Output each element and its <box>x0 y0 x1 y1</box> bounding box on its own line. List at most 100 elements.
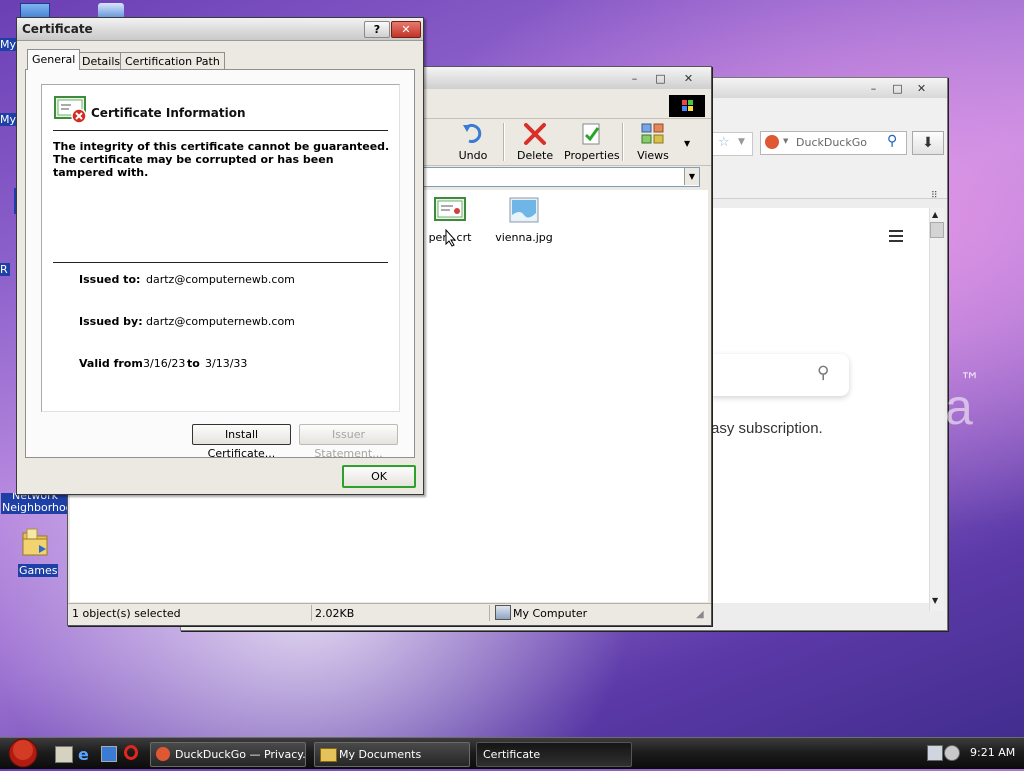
tab-certification-path[interactable]: Certification Path <box>120 52 225 70</box>
delete-button[interactable]: Delete <box>517 121 553 162</box>
image-file-icon <box>509 197 539 223</box>
certificate-info-heading: Certificate Information <box>91 106 246 120</box>
taskbar-item-label: DuckDuckGo — Privacy.... <box>175 748 306 761</box>
internet-explorer-icon[interactable]: e <box>78 745 89 764</box>
certificate-file-icon <box>434 197 466 221</box>
views-dropdown-arrow-icon[interactable]: ▼ <box>684 139 690 148</box>
taskbar-item-certificate[interactable]: Certificate <box>476 742 632 767</box>
heading-divider <box>53 130 388 131</box>
file-item[interactable]: vienna.jpg <box>492 197 556 244</box>
explorer-close-button[interactable]: ✕ <box>678 70 699 87</box>
my-computer-icon <box>495 605 511 620</box>
details-divider <box>53 262 388 263</box>
delete-x-icon <box>522 121 548 147</box>
resize-grip-icon[interactable]: ◢ <box>696 609 704 620</box>
address-dropdown-button[interactable]: ▼ <box>684 168 699 185</box>
folder-icon <box>320 748 337 762</box>
status-divider <box>311 605 312 621</box>
duckduckgo-icon <box>156 747 170 761</box>
windows-logo-icon <box>669 95 705 117</box>
taskbar-item-my-documents[interactable]: My Documents <box>314 742 470 767</box>
desktop-icon-network-label[interactable]: Network Neighborhood <box>1 493 80 514</box>
desktop-icon-label[interactable]: My <box>0 38 17 51</box>
desktop-icon-label[interactable]: R <box>0 263 10 276</box>
integrity-warning: The integrity of this certificate cannot… <box>53 140 389 179</box>
file-name: vienna.jpg <box>495 231 553 244</box>
issued-by-value: dartz@computernewb.com <box>146 315 295 328</box>
undo-icon <box>460 121 486 147</box>
dialog-title: Certificate <box>22 22 93 36</box>
scroll-down-arrow-icon[interactable]: ▼ <box>932 596 938 605</box>
help-button[interactable]: ? <box>364 21 390 38</box>
taskbar-item-duckduckgo[interactable]: DuckDuckGo — Privacy.... <box>150 742 306 767</box>
wallpaper-letter: a <box>945 379 973 435</box>
browser-minimize-button[interactable]: – <box>863 80 884 97</box>
hamburger-menu-icon[interactable] <box>889 230 903 242</box>
properties-icon <box>578 121 604 147</box>
explorer-maximize-button[interactable]: □ <box>650 70 671 87</box>
start-button[interactable] <box>3 738 43 768</box>
clock[interactable]: 9:21 AM <box>970 746 1015 759</box>
quick-launch-pen-icon[interactable] <box>55 746 73 763</box>
desktop-icon-games-label[interactable]: Games <box>18 564 59 577</box>
quick-launch-app-icon[interactable] <box>101 746 117 762</box>
page-search-icon[interactable]: ⚲ <box>817 363 829 383</box>
valid-to-label: to <box>187 357 200 370</box>
undo-button[interactable]: Undo <box>456 121 490 162</box>
scroll-up-arrow-icon[interactable]: ▲ <box>932 210 938 219</box>
properties-button[interactable]: Properties <box>564 121 620 162</box>
warning-line: The integrity of this certificate cannot… <box>53 140 390 153</box>
dropdown-arrow-icon: ▼ <box>783 137 789 145</box>
tab-details[interactable]: Details <box>77 52 126 70</box>
valid-from-label: Valid from <box>79 357 143 370</box>
browser-close-button[interactable]: ✕ <box>911 80 932 97</box>
dropdown-arrow-icon: ▼ <box>738 137 745 147</box>
certificate-dialog[interactable]: Certificate ? ✕ General Details Certific… <box>16 17 424 495</box>
views-label: Views <box>637 149 669 162</box>
grid-icon[interactable]: ⠿ <box>931 191 938 201</box>
status-selected: 1 object(s) selected <box>72 607 181 620</box>
warning-line: tampered with. <box>53 166 149 179</box>
tab-general[interactable]: General <box>27 49 81 70</box>
browser-search-box[interactable]: ▼ DuckDuckGo ⚲ <box>760 131 907 155</box>
ok-button[interactable]: OK <box>342 465 416 488</box>
games-folder-icon[interactable] <box>21 527 49 557</box>
undo-label: Undo <box>458 149 488 162</box>
star-icon: ☆ <box>718 135 730 150</box>
install-certificate-button[interactable]: Install Certificate... <box>192 424 291 460</box>
opera-icon[interactable] <box>124 745 138 760</box>
tray-network-icon[interactable] <box>927 745 943 761</box>
mouse-cursor-icon <box>445 228 457 250</box>
search-placeholder: DuckDuckGo <box>796 136 867 149</box>
duckduckgo-icon <box>765 135 779 149</box>
download-arrow-icon: ⬇ <box>922 135 934 151</box>
desktop-icon-label[interactable]: My <box>0 113 17 126</box>
bookmark-star-box[interactable]: ☆ ▼ <box>711 132 753 156</box>
issuer-statement-button[interactable]: Issuer Statement... <box>299 424 398 460</box>
search-icon[interactable]: ⚲ <box>887 133 897 149</box>
network-label-line2: Neighborhood <box>2 501 80 514</box>
delete-label: Delete <box>517 149 554 162</box>
issued-by-label: Issued by: <box>79 315 143 328</box>
taskbar-item-label: Certificate <box>483 748 541 761</box>
tray-volume-icon[interactable] <box>944 745 960 761</box>
issued-to-value: dartz@computernewb.com <box>146 273 295 286</box>
scroll-thumb[interactable] <box>930 222 944 238</box>
valid-to-value: 3/13/33 <box>205 357 248 370</box>
browser-page <box>711 208 931 603</box>
views-button[interactable]: Views <box>636 121 670 162</box>
certificate-error-icon <box>54 96 88 124</box>
download-button[interactable]: ⬇ <box>912 131 944 155</box>
status-divider <box>489 605 490 621</box>
views-icon <box>640 121 666 147</box>
browser-maximize-button[interactable]: □ <box>887 80 908 97</box>
valid-from-value: 3/16/23 <box>143 357 186 370</box>
close-button[interactable]: ✕ <box>391 21 421 38</box>
status-location: My Computer <box>513 607 588 620</box>
page-search-field[interactable]: ⚲ <box>711 354 849 396</box>
status-size: 2.02KB <box>315 607 355 620</box>
scrollbar-track[interactable] <box>929 208 944 611</box>
explorer-minimize-button[interactable]: – <box>624 70 645 87</box>
taskbar-item-label: My Documents <box>339 748 422 761</box>
issued-to-label: Issued to: <box>79 273 141 286</box>
